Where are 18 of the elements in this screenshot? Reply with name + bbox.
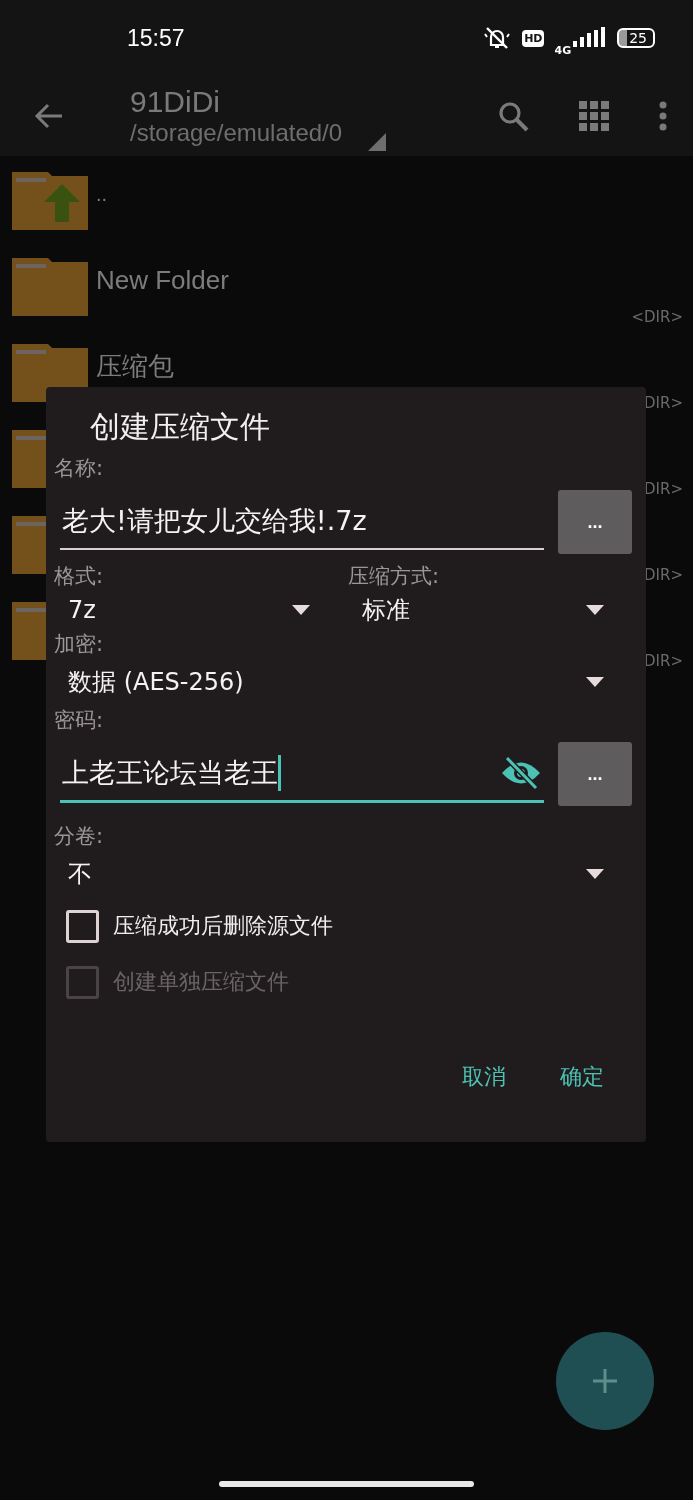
file-name: 压缩包 (96, 349, 174, 383)
status-time: 15:57 (127, 24, 185, 52)
file-name: .. (96, 182, 108, 206)
checkbox-label: 压缩成功后删除源文件 (113, 912, 333, 940)
field-label: 密码: (54, 707, 104, 734)
battery-indicator: 25 (617, 28, 655, 48)
field-label: 格式: (54, 563, 104, 590)
dialog-title: 创建压缩文件 (90, 408, 271, 446)
dir-tag: <DIR> (631, 308, 683, 326)
hd-badge: HD (522, 29, 545, 47)
checkbox-label: 创建单独压缩文件 (113, 968, 289, 996)
folder-title: 91DiDi (130, 85, 222, 119)
field-label: 分卷: (54, 823, 104, 850)
field-label: 加密: (54, 631, 104, 658)
file-name: New Folder (96, 264, 229, 296)
field-label: 名称: (54, 455, 104, 482)
network-type: 4G (554, 43, 572, 57)
field-label: 压缩方式: (348, 563, 440, 590)
